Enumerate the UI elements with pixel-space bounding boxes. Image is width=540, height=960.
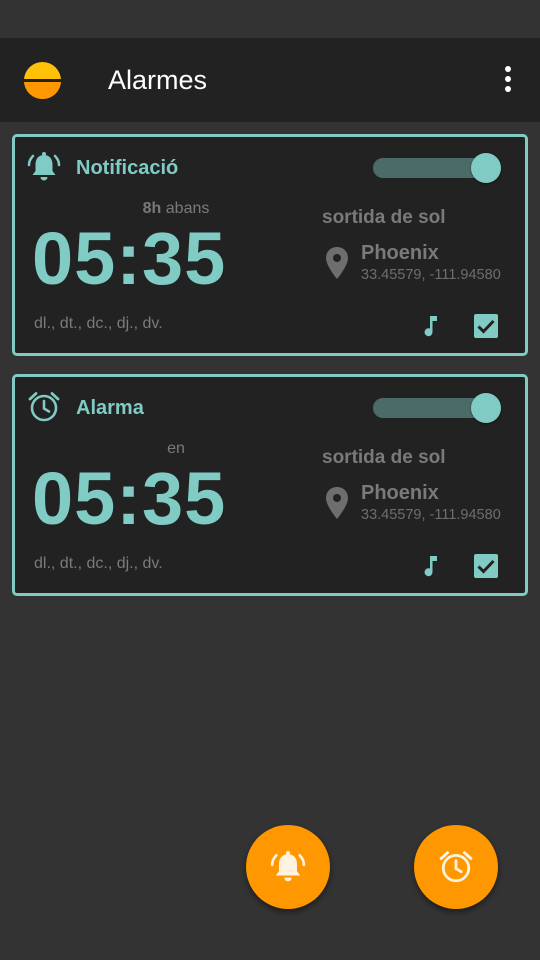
app-bar: Alarmes (0, 38, 540, 122)
alarm-enabled-toggle[interactable] (373, 151, 505, 185)
offset-word: en (167, 440, 185, 457)
repeat-days[interactable]: dl., dt., dc., dj., dv. (34, 555, 163, 573)
solar-event[interactable]: sortida de sol (322, 447, 446, 469)
offset-word: abans (165, 200, 210, 217)
alarm-type-label: Alarma (76, 397, 144, 419)
vibrate-checkbox[interactable] (473, 553, 499, 579)
location-name[interactable]: Phoenix (361, 242, 439, 265)
add-notification-bell-icon (270, 851, 306, 882)
status-bar (0, 0, 540, 38)
alarm-enabled-toggle[interactable] (373, 391, 505, 425)
location-pin-icon (326, 247, 348, 279)
alarm-clock-icon (28, 392, 60, 422)
bell-ring-icon (27, 152, 61, 181)
alarm-time[interactable]: 05:35 (32, 457, 226, 541)
solar-event[interactable]: sortida de sol (322, 207, 446, 229)
location-pin-icon (326, 487, 348, 519)
add-alarm-button[interactable] (414, 825, 498, 909)
alarm-time[interactable]: 05:35 (32, 217, 226, 301)
location-coords: 33.45579, -111.94580 (361, 267, 501, 283)
alarm-type-label: Notificació (76, 157, 179, 179)
alarm-card-alarm[interactable]: Alarma en 05:35 sortida de sol Phoenix 3… (12, 374, 528, 596)
sun-horizon-logo-icon (24, 62, 61, 99)
repeat-days[interactable]: dl., dt., dc., dj., dv. (34, 315, 163, 333)
add-alarm-clock-icon (439, 851, 473, 883)
offset-value: 8h (142, 200, 162, 217)
ringtone-note-icon[interactable] (421, 313, 441, 337)
alarm-offset: 8h abans (15, 200, 335, 218)
ringtone-note-icon[interactable] (421, 553, 441, 577)
alarm-card-notification[interactable]: Notificació 8h abans 05:35 sortida de so… (12, 134, 528, 356)
add-notification-button[interactable] (246, 825, 330, 909)
location-coords: 33.45579, -111.94580 (361, 507, 501, 523)
app-title: Alarmes (108, 65, 208, 95)
alarm-offset: en (15, 440, 335, 458)
overflow-menu-icon[interactable] (496, 66, 520, 96)
vibrate-checkbox[interactable] (473, 313, 499, 339)
location-name[interactable]: Phoenix (361, 482, 439, 505)
